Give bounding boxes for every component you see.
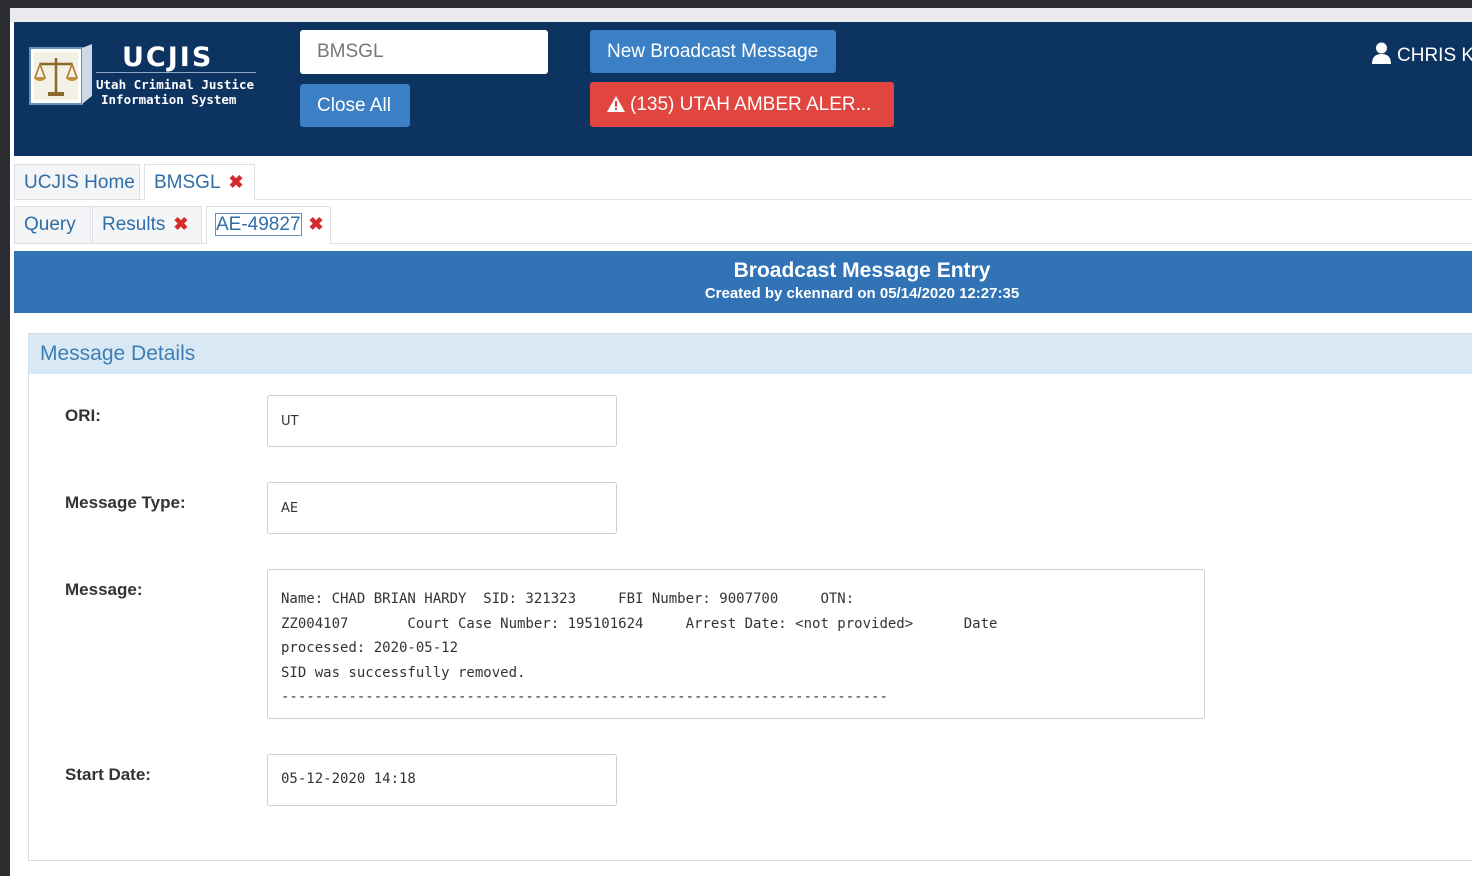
user-menu[interactable]: CHRIS KI [1372, 42, 1472, 67]
ori-field: UT [267, 395, 617, 447]
close-x-icon[interactable]: ✖ [229, 172, 244, 192]
new-broadcast-label: New Broadcast Message [607, 40, 819, 62]
page-title: Broadcast Message Entry [733, 259, 991, 282]
created-by-text: Created by ckennard on 05/14/2020 12:27:… [704, 285, 1020, 302]
logo-divider [96, 72, 256, 73]
close-x-icon[interactable]: ✖ [173, 214, 188, 234]
primary-tab-bar: UCJIS Home BMSGL ✖ [14, 164, 1472, 200]
message-type-field: AE [267, 482, 617, 534]
message-field: Name: CHAD BRIAN HARDY SID: 321323 FBI N… [267, 569, 1205, 719]
logo-subtitle: Information System [101, 92, 237, 107]
message-type-value: AE [281, 501, 299, 516]
app-header: UCJIS Utah Criminal Justice Information … [14, 22, 1472, 156]
secondary-tab-bar: Query Results ✖ AE-49827 ✖ [14, 206, 1472, 244]
tab-query[interactable]: Query [14, 206, 91, 243]
user-icon [1372, 42, 1391, 64]
browser-top-strip [10, 8, 1472, 22]
tab-label: Results [102, 214, 166, 235]
tab-label: BMSGL [154, 172, 221, 193]
ori-label: ORI: [65, 406, 101, 425]
panel-title: Message Details [29, 334, 1472, 374]
start-date-field: 05-12-2020 14:18 [267, 754, 617, 806]
message-type-label: Message Type: [65, 493, 186, 512]
message-details-panel: Message Details ORI: UT Message Type: AE… [28, 333, 1472, 861]
logo-title: UCJIS [122, 42, 214, 73]
start-date-value: 05-12-2020 14:18 [281, 771, 416, 787]
message-label: Message: [65, 580, 143, 599]
start-date-label: Start Date: [65, 765, 151, 784]
tab-bmsgl[interactable]: BMSGL ✖ [144, 164, 255, 200]
close-x-icon[interactable]: ✖ [309, 214, 324, 234]
tab-results[interactable]: Results ✖ [92, 206, 202, 243]
close-all-label: Close All [317, 94, 391, 116]
tab-label: UCJIS Home [24, 172, 135, 193]
amber-alert-label: (135) UTAH AMBER ALER... [630, 93, 872, 115]
message-line: ----------------------------------------… [281, 689, 888, 705]
tab-ae-record[interactable]: AE-49827 ✖ [206, 206, 331, 244]
close-all-button[interactable]: Close All [300, 84, 410, 127]
new-broadcast-message-button[interactable]: New Broadcast Message [590, 30, 836, 73]
tab-label: AE-49827 [215, 213, 302, 236]
search-input[interactable] [300, 30, 548, 74]
entry-banner: Broadcast Message Entry Created by ckenn… [14, 251, 1472, 313]
message-line: processed: 2020-05-12 [281, 640, 459, 656]
tab-ucjis-home[interactable]: UCJIS Home [14, 164, 140, 199]
tab-label: Query [24, 214, 76, 235]
justice-scales-icon [29, 44, 92, 105]
ori-value: UT [281, 414, 299, 429]
user-name: CHRIS KI [1397, 45, 1472, 66]
message-line: ZZ004107 Court Case Number: 195101624 Ar… [281, 615, 998, 632]
message-line: SID was successfully removed. [281, 664, 526, 681]
logo-subtitle: Utah Criminal Justice [96, 77, 255, 92]
app-window: UCJIS Utah Criminal Justice Information … [10, 8, 1472, 876]
amber-alert-button[interactable]: (135) UTAH AMBER ALER... [590, 82, 894, 127]
message-line: Name: CHAD BRIAN HARDY SID: 321323 FBI N… [281, 591, 855, 607]
warning-triangle-icon [607, 95, 625, 112]
